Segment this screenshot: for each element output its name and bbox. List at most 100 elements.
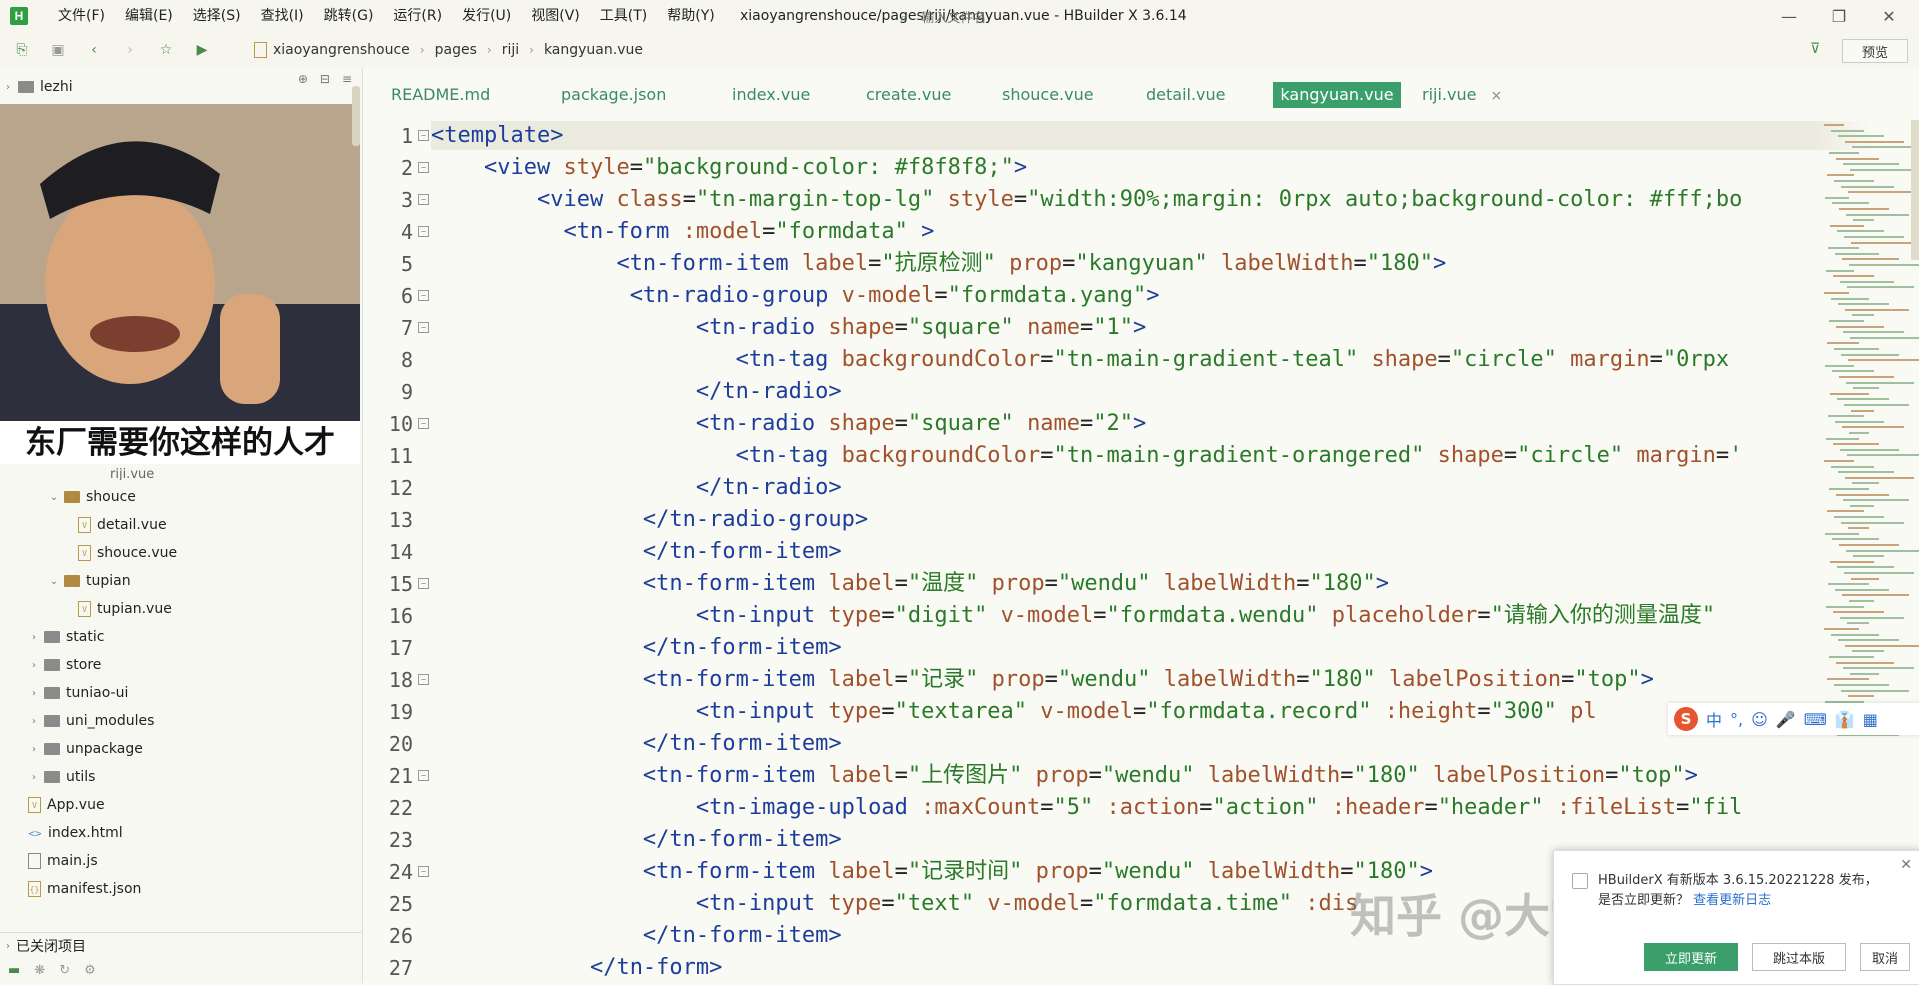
code-text: <tn-radio shape="square" name="1">	[431, 312, 1146, 344]
tree-item[interactable]: › uni_modules	[26, 708, 154, 734]
preview-button[interactable]: 预览	[1842, 39, 1908, 63]
menu-item[interactable]: 跳转(G)	[314, 0, 384, 32]
folder-icon	[44, 631, 60, 643]
fold-toggle-icon[interactable]: −	[418, 578, 429, 589]
ime-item-icon[interactable]: 中	[1706, 707, 1722, 731]
settings-gear-icon[interactable]: ⚙	[84, 963, 96, 978]
fold-toggle-icon[interactable]: −	[418, 290, 429, 301]
breadcrumb-item[interactable]: pages	[435, 42, 477, 58]
breadcrumb-item[interactable]: xiaoyangrenshouce	[273, 42, 410, 58]
fold-toggle-icon[interactable]: −	[418, 130, 429, 141]
refresh-icon[interactable]: ↻	[59, 963, 70, 978]
minimap[interactable]	[1814, 120, 1919, 760]
fold-toggle-icon[interactable]: −	[418, 226, 429, 237]
menu-item[interactable]: 运行(R)	[383, 0, 452, 32]
save-icon[interactable]: ▣	[44, 36, 72, 64]
file-search-input[interactable]	[919, 9, 1524, 27]
tab-kangyuan-vue[interactable]: kangyuan.vue	[1273, 82, 1401, 108]
tab-package-json[interactable]: package.json	[549, 82, 678, 108]
breadcrumb-item[interactable]: riji	[502, 42, 519, 58]
run-icon[interactable]: ▶	[188, 36, 216, 64]
minimap-line	[1826, 437, 1859, 440]
tree-item[interactable]: › store	[26, 652, 101, 678]
close-tab-icon[interactable]: ×	[1490, 88, 1502, 104]
tree-item[interactable]: <> index.html	[26, 820, 122, 846]
partial-tree-item[interactable]: riji.vue	[110, 468, 154, 480]
code-token: <tn-radio	[695, 411, 829, 436]
tree-item[interactable]: main.js	[26, 848, 98, 874]
tree-item[interactable]: ⌄ tupian	[46, 568, 131, 594]
fold-toggle-icon[interactable]: −	[418, 770, 429, 781]
fold-toggle-icon[interactable]: −	[418, 418, 429, 429]
filter-icon[interactable]: ⊽	[1810, 41, 1820, 57]
sidebar-scrollbar[interactable]	[352, 86, 360, 146]
project-root[interactable]: › lezhi	[0, 74, 73, 100]
tree-item[interactable]: › utils	[26, 764, 95, 790]
update-now-button[interactable]: 立即更新	[1644, 943, 1738, 971]
editor-scrollbar[interactable]	[1911, 120, 1919, 260]
fold-toggle-icon[interactable]: −	[418, 674, 429, 685]
ime-item-icon[interactable]: ☺	[1751, 710, 1768, 729]
back-icon[interactable]: ‹	[80, 36, 108, 64]
tab-index-vue[interactable]: index.vue	[720, 82, 822, 108]
minimap-line	[1843, 163, 1899, 166]
tree-item[interactable]: V App.vue	[26, 792, 105, 818]
tree-item[interactable]: › static	[26, 624, 104, 650]
code-token: =	[1040, 443, 1054, 468]
menu-item[interactable]: 查找(I)	[251, 0, 314, 32]
tree-item[interactable]: Vdetail.vue	[76, 512, 167, 538]
closed-projects-section[interactable]: › 已关闭项目	[0, 932, 362, 959]
minimap-line	[1843, 667, 1914, 670]
tree-item[interactable]: › tuniao-ui	[26, 680, 128, 706]
tree-item[interactable]: › unpackage	[26, 736, 143, 762]
fold-toggle-icon[interactable]: −	[418, 866, 429, 877]
new-file-icon[interactable]: ⎘	[8, 36, 36, 64]
tree-item[interactable]: Vshouce.vue	[76, 540, 177, 566]
ime-item-icon[interactable]: 🎤	[1776, 710, 1796, 729]
maximize-icon[interactable]: ❐	[1819, 0, 1859, 32]
close-window-icon[interactable]: ✕	[1869, 0, 1909, 32]
tree-item[interactable]: {} manifest.json	[26, 876, 141, 902]
menu-item[interactable]: 发行(U)	[452, 0, 521, 32]
fold-toggle-icon[interactable]: −	[418, 322, 429, 333]
bookmark-star-icon[interactable]: ☆	[152, 36, 180, 64]
tree-item[interactable]: Vtupian.vue	[76, 596, 172, 622]
cancel-button[interactable]: 取消	[1860, 943, 1910, 971]
tab-detail-vue[interactable]: detail.vue	[1134, 82, 1238, 108]
menu-item[interactable]: 编辑(E)	[115, 0, 183, 32]
ime-item-icon[interactable]: °,	[1730, 710, 1743, 729]
ime-item-icon[interactable]: ⌨	[1804, 710, 1827, 729]
tab-riji-vue[interactable]: riji.vue ×	[1410, 82, 1514, 108]
fold-toggle-icon[interactable]: −	[418, 162, 429, 173]
tab-shouce-vue[interactable]: shouce.vue	[990, 82, 1106, 108]
menu-item[interactable]: 选择(S)	[183, 0, 251, 32]
breadcrumb-item[interactable]: kangyuan.vue	[544, 42, 643, 58]
menu-item[interactable]: 视图(V)	[521, 0, 590, 32]
code-token: labelWidth	[1221, 251, 1354, 276]
sidebar-menu-icon[interactable]: ≡	[342, 72, 352, 86]
forward-icon[interactable]: ›	[116, 36, 144, 64]
sogou-ime-icon[interactable]: S	[1674, 707, 1698, 731]
close-popup-icon[interactable]: ✕	[1900, 857, 1912, 873]
code-token: label	[828, 859, 895, 884]
tab-create-vue[interactable]: create.vue	[854, 82, 963, 108]
skip-version-button[interactable]: 跳过本版	[1752, 943, 1846, 971]
changelog-link[interactable]: 查看更新日志	[1693, 893, 1771, 908]
code-token: "circle"	[1450, 347, 1571, 372]
fold-toggle-icon[interactable]: −	[418, 194, 429, 205]
menu-item[interactable]: 工具(T)	[590, 0, 657, 32]
menu-item[interactable]: 文件(F)	[48, 0, 115, 32]
locate-icon[interactable]: ⊕	[298, 72, 308, 86]
collapse-all-icon[interactable]: ⊟	[320, 72, 330, 86]
plugin-icon[interactable]: ❋	[34, 963, 45, 978]
ime-item-icon[interactable]: ▦	[1863, 710, 1878, 729]
ime-item-icon[interactable]: 👔	[1835, 710, 1855, 729]
code-token: =	[894, 859, 908, 884]
folder-tool-icon[interactable]: ▬	[8, 963, 20, 978]
tree-item[interactable]: ⌄ shouce	[46, 484, 136, 510]
code-token: =	[1080, 411, 1094, 436]
tab-readme-md[interactable]: README.md	[379, 82, 502, 108]
menu-item[interactable]: 帮助(Y)	[657, 0, 724, 32]
